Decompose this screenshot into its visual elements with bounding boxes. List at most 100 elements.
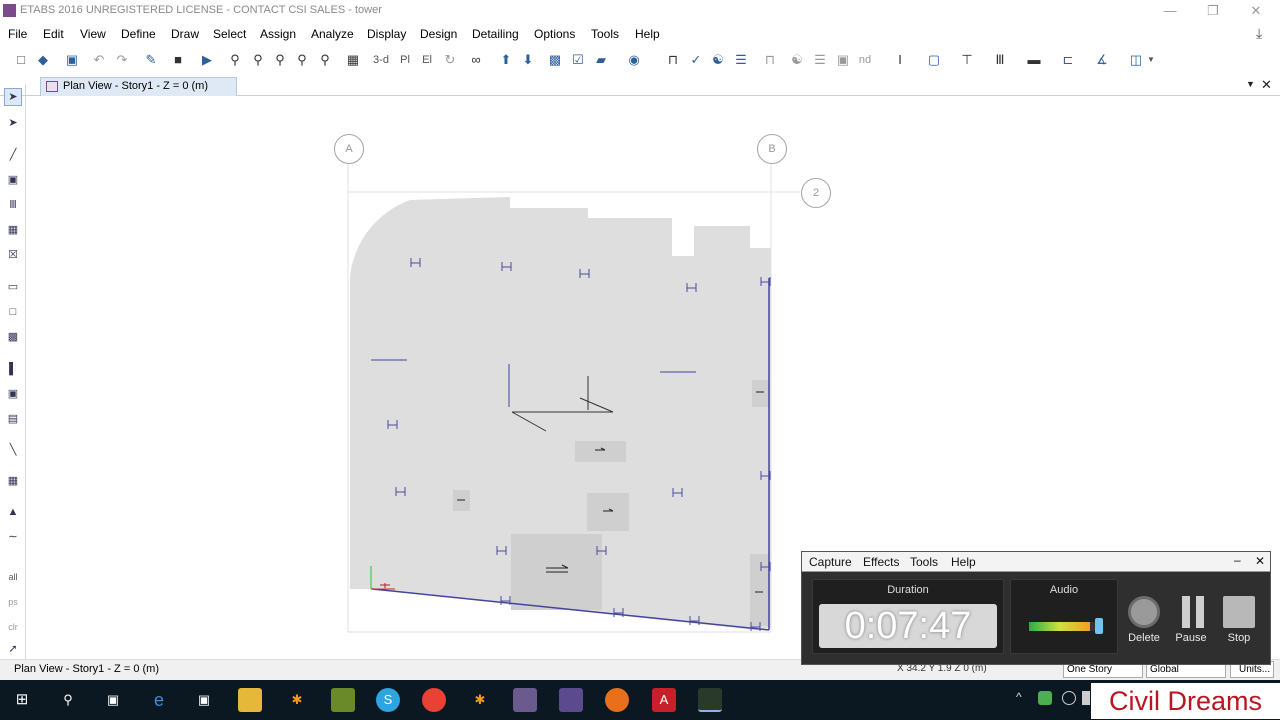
lock-icon[interactable]: ■ — [168, 50, 188, 70]
draw-beam-icon[interactable]: ☯ — [708, 50, 728, 70]
file-explorer-icon[interactable] — [238, 688, 262, 712]
recorder-minimize-button[interactable]: – — [1234, 553, 1241, 567]
menu-select[interactable]: Select — [213, 27, 246, 41]
check-icon[interactable]: ☑ — [568, 50, 588, 70]
tab-plan-view[interactable]: Plan View - Story1 - Z = 0 (m) — [40, 77, 237, 96]
draw-dimension-icon[interactable]: ╲ — [4, 441, 22, 459]
frame-section-icon[interactable]: ⊤ — [957, 50, 977, 70]
pencil-icon[interactable]: ✎ — [141, 50, 161, 70]
chevron-down-icon[interactable]: ▼ — [1146, 50, 1156, 70]
close-tab-icon[interactable]: ✕ — [1261, 77, 1272, 93]
draw-panel-icon[interactable]: ▤ — [4, 410, 22, 428]
menu-define[interactable]: Define — [121, 27, 156, 41]
menu-detailing[interactable]: Detailing — [472, 27, 519, 41]
draw-slab-icon[interactable]: ▣ — [833, 50, 853, 70]
move-down-icon[interactable]: ⬇ — [518, 50, 538, 70]
edge-icon[interactable]: e — [147, 688, 171, 712]
draw-mesh-icon[interactable]: ▦ — [4, 472, 22, 490]
pause-icon[interactable] — [1182, 596, 1206, 628]
task-view-icon[interactable]: ▣ — [101, 688, 125, 712]
draw-secondary-beam-icon[interactable]: ☰ — [731, 50, 751, 70]
select-grid-icon[interactable]: ▦ — [4, 221, 22, 239]
minimize-button[interactable]: — — [1155, 2, 1185, 20]
etabs-taskbar-icon[interactable] — [698, 688, 722, 712]
beam-section-icon[interactable]: I — [890, 50, 910, 70]
redo-icon[interactable]: ↷ — [112, 50, 132, 70]
run-analysis-icon[interactable]: ▶ — [197, 50, 217, 70]
tray-icon[interactable] — [1082, 691, 1090, 705]
menu-assign[interactable]: Assign — [260, 27, 296, 41]
extrude-icon[interactable]: ◉ — [624, 50, 644, 70]
object-shrink-icon[interactable]: ▰ — [591, 50, 611, 70]
set-display-icon[interactable]: ▩ — [545, 50, 565, 70]
tray-chevron-icon[interactable]: ^ — [1016, 690, 1022, 704]
app-grid-icon[interactable] — [559, 688, 583, 712]
draw-column-icon[interactable]: ⊓ — [760, 50, 780, 70]
select-all-button[interactable]: all — [4, 568, 22, 586]
view-elevation-button[interactable]: El — [417, 50, 437, 70]
delete-icon[interactable] — [1128, 596, 1160, 628]
rotate-icon[interactable]: ↻ — [440, 50, 460, 70]
recorder-menu-effects[interactable]: Effects — [863, 555, 899, 569]
close-window-button[interactable]: ✕ — [1241, 2, 1271, 20]
menu-edit[interactable]: Edit — [43, 27, 64, 41]
menu-display[interactable]: Display — [367, 27, 406, 41]
column-section-icon[interactable]: Ⅲ — [990, 50, 1010, 70]
chrome-icon[interactable] — [422, 688, 446, 712]
view-plan-button[interactable]: Pl — [395, 50, 415, 70]
menu-draw[interactable]: Draw — [171, 27, 199, 41]
autocad-icon[interactable]: A — [652, 688, 676, 712]
draw-curve-icon[interactable]: ∼ — [4, 528, 22, 546]
zoom-out-icon[interactable]: ⚲ — [292, 50, 312, 70]
menu-design[interactable]: Design — [420, 27, 457, 41]
zoom-previous-icon[interactable]: ⚲ — [248, 50, 268, 70]
wall-section-icon[interactable]: ▬ — [1024, 50, 1044, 70]
perspective-icon[interactable]: ∞ — [466, 50, 486, 70]
pan-icon[interactable]: ▦ — [343, 50, 363, 70]
draw-wall-side-icon[interactable]: ▌ — [4, 360, 22, 378]
snap-icon[interactable]: ➚ — [4, 640, 22, 658]
draw-brace-icon[interactable]: ✓ — [686, 50, 706, 70]
draw-area-icon[interactable]: ▭ — [4, 278, 22, 296]
recorder-menu-capture[interactable]: Capture — [809, 555, 852, 569]
draw-opening-icon[interactable]: ▩ — [4, 328, 22, 346]
menu-options[interactable]: Options — [534, 27, 575, 41]
draw-wall-icon[interactable]: ☰ — [810, 50, 830, 70]
draw-line-icon[interactable]: ╱ — [4, 146, 22, 164]
skype-icon[interactable]: S — [376, 688, 400, 712]
new-model-icon[interactable]: □ — [11, 50, 31, 70]
windows-start-icon[interactable]: ⊞ — [10, 688, 34, 712]
firefox-icon[interactable] — [605, 688, 629, 712]
stop-icon[interactable] — [1223, 596, 1255, 628]
recorder-menu-tools[interactable]: Tools — [910, 555, 938, 569]
zoom-window-icon[interactable]: ⚲ — [225, 50, 245, 70]
draw-wall-stack-icon[interactable]: ▣ — [4, 385, 22, 403]
select-brace-icon[interactable]: ☒ — [4, 246, 22, 264]
load-icon[interactable]: ∡ — [1092, 50, 1112, 70]
tab-list-chevron-icon[interactable]: ▼ — [1246, 79, 1255, 89]
app-orange2-icon[interactable]: ✱ — [468, 688, 492, 712]
pointer-icon[interactable]: ➤ — [4, 88, 22, 106]
save-icon[interactable]: ▣ — [62, 50, 82, 70]
move-up-icon[interactable]: ⬆ — [496, 50, 516, 70]
nd-button[interactable]: nd — [855, 50, 875, 70]
zoom-in-icon[interactable]: ⚲ — [270, 50, 290, 70]
view-3d-button[interactable]: 3-d — [369, 50, 393, 70]
app-orange-icon[interactable]: ✱ — [285, 688, 309, 712]
restore-button[interactable]: ❐ — [1198, 2, 1228, 20]
reshape-icon[interactable]: ➤ — [4, 114, 22, 132]
draw-tendon-icon[interactable]: ▲ — [4, 503, 22, 521]
previous-selection-button[interactable]: ps — [4, 593, 22, 611]
menu-help[interactable]: Help — [635, 27, 660, 41]
app-green-icon[interactable] — [331, 688, 355, 712]
link-property-icon[interactable]: ⊏ — [1058, 50, 1078, 70]
search-icon[interactable]: ⚲ — [56, 688, 80, 712]
draw-rect-icon[interactable]: □ — [4, 303, 22, 321]
recorder-close-button[interactable]: ✕ — [1255, 554, 1265, 568]
more-tools-icon[interactable]: ◫ — [1126, 50, 1146, 70]
select-window-icon[interactable]: ▣ — [4, 171, 22, 189]
app-purple-icon[interactable] — [513, 688, 537, 712]
clear-selection-button[interactable]: clr — [4, 618, 22, 636]
menu-file[interactable]: File — [8, 27, 27, 41]
draw-link-icon[interactable]: ☯ — [787, 50, 807, 70]
